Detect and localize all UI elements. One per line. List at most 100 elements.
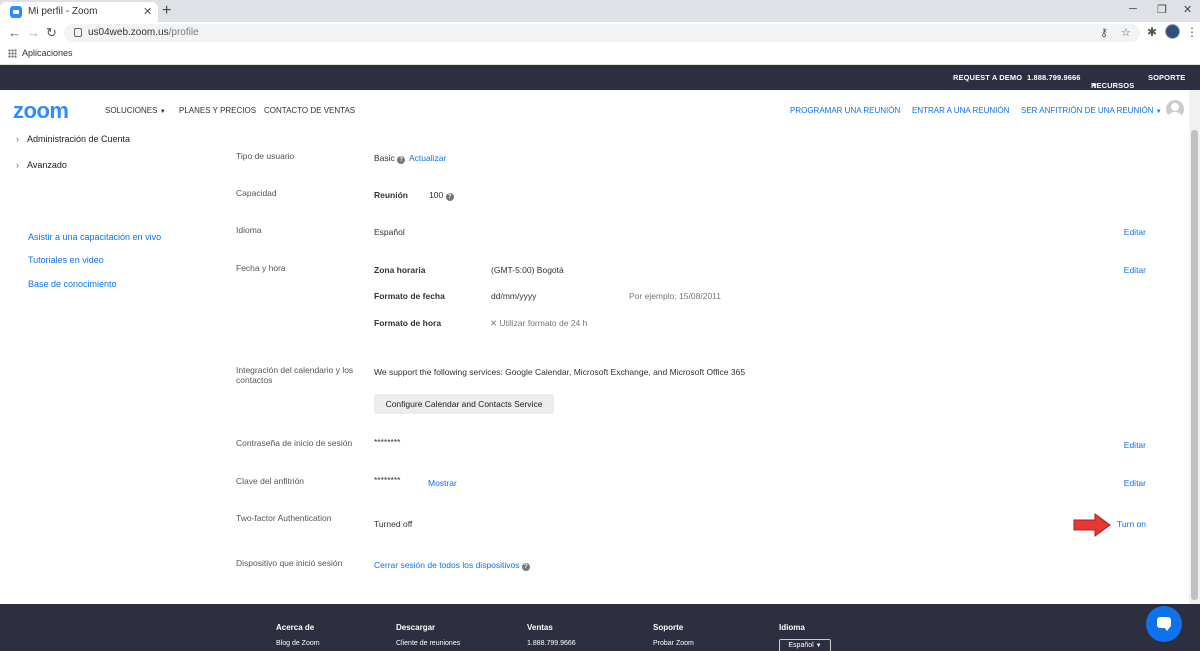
restore-icon[interactable]: ❐ [1157,3,1167,16]
date-format-key: Formato de fecha [374,291,445,301]
language-select[interactable]: Español ▼ [779,639,831,651]
footer: Acerca de Blog de Zoom Descargar Cliente… [0,604,1200,651]
scrollbar-thumb[interactable] [1191,130,1198,600]
footer-heading-support: Soporte [653,623,684,632]
edit-host-key-link[interactable]: Editar [1124,478,1146,488]
reload-icon[interactable]: ↻ [46,25,57,41]
date-example: Por ejemplo: 15/08/2011 [629,291,721,301]
footer-link-blog[interactable]: Blog de Zoom [276,640,320,647]
footer-heading-sales: Ventas [527,623,553,632]
back-icon[interactable]: ← [8,25,21,40]
red-arrow-icon [1073,513,1111,537]
edit-password-link[interactable]: Editar [1124,440,1146,450]
x-icon: ✕ [490,318,498,328]
footer-link-client[interactable]: Cliente de reuniones [396,640,460,647]
help-icon[interactable]: ? [397,156,406,164]
datetime-label: Fecha y hora [236,263,286,273]
bookmarks-bar: Aplicaciones [0,44,1200,65]
lock-icon [74,28,82,37]
capacity-value: 100 ? [429,190,454,201]
capacity-key: Reunión [374,190,408,200]
request-demo-link[interactable]: REQUEST A DEMO [953,73,1022,82]
password-label: Contraseña de inicio de sesión [236,438,353,448]
turn-on-two-factor-link[interactable]: Turn on [1117,519,1146,529]
date-format-value: dd/mm/yyyy [491,291,537,301]
zoom-nav: zoom SOLUCIONES ▼ PLANES Y PRECIOS CONTA… [0,90,1200,130]
edit-language-link[interactable]: Editar [1124,227,1146,237]
caret-down-icon: ▼ [159,109,166,115]
live-training-link[interactable]: Asistir a una capacitación en vivo [28,232,161,242]
support-link[interactable]: SOPORTE [1148,73,1185,82]
url-text: us04web.zoom.us/profile [88,27,199,38]
show-host-key-link[interactable]: Mostrar [428,478,457,488]
nav-solutions[interactable]: SOLUCIONES ▼ [105,106,166,115]
footer-heading-download: Descargar [396,623,436,632]
caret-down-icon: ▼ [1155,109,1162,115]
zoom-favicon-icon [10,6,22,18]
browser-tab[interactable]: Mi perfil - Zoom ✕ [0,2,158,22]
close-tab-icon[interactable]: ✕ [143,5,152,18]
key-icon[interactable]: ⚷ [1100,26,1108,39]
join-meeting-link[interactable]: ENTRAR A UNA REUNIÓN [912,106,1009,115]
menu-dots-icon[interactable]: ⋮ [1186,25,1198,39]
footer-link-phone[interactable]: 1.888.799.9666 [527,640,576,647]
video-tutorials-link[interactable]: Tutoriales en video [28,255,104,265]
host-key-label: Clave del anfitrión [236,476,305,486]
user-type-value: Basic ? [374,153,406,164]
configure-calendar-button[interactable]: Configure Calendar and Contacts Service [374,394,554,414]
help-icon[interactable]: ? [445,193,454,201]
extensions-icon[interactable]: ✱ [1147,25,1157,39]
sidebar-item-account-admin[interactable]: › Administración de Cuenta [16,134,130,144]
device-label: Dispositivo que inició sesión [236,558,343,568]
close-window-icon[interactable]: ✕ [1183,3,1192,16]
help-icon[interactable]: ? [521,563,530,571]
forward-icon[interactable]: → [27,25,40,40]
nav-contact-sales[interactable]: CONTACTO DE VENTAS [264,106,355,115]
chat-bubble-icon [1157,617,1171,631]
tab-title: Mi perfil - Zoom [28,6,98,17]
chat-button[interactable] [1146,606,1182,642]
chevron-right-icon: › [16,160,19,170]
phone-link[interactable]: 1.888.799.9666 [1027,73,1081,82]
sidebar-item-advanced[interactable]: › Avanzado [16,160,67,170]
footer-link-test-zoom[interactable]: Probar Zoom [653,640,694,647]
user-type-label: Tipo de usuario [236,151,295,161]
apps-grid-icon[interactable] [8,49,17,58]
edit-datetime-link[interactable]: Editar [1124,265,1146,275]
minimize-icon[interactable]: ─ [1129,3,1137,15]
new-tab-icon[interactable]: + [162,2,171,20]
calendar-description: We support the following services: Googl… [374,367,746,377]
footer-heading-language: Idioma [779,623,805,632]
timezone-key: Zona horaria [374,265,426,275]
host-key-value: ******** [374,475,401,485]
time-format-value: ✕ Utilizar formato de 24 h [490,318,588,328]
footer-heading-about: Acerca de [276,623,315,632]
profile-icon[interactable] [1165,24,1180,39]
password-value: ******** [374,437,401,447]
star-icon[interactable]: ☆ [1121,26,1131,39]
url-field[interactable]: us04web.zoom.us/profile ⚷ ☆ [64,24,1140,42]
browser-tab-bar: Mi perfil - Zoom ✕ + ─ ❐ ✕ [0,0,1200,22]
sign-out-all-devices-link[interactable]: Cerrar sesión de todos los dispositivos … [374,560,530,571]
page-scrollbar[interactable] [1189,90,1200,604]
two-factor-status: Turned off [374,519,413,529]
timezone-value: (GMT-5:00) Bogotá [491,265,564,275]
knowledge-base-link[interactable]: Base de conocimiento [28,279,117,289]
two-factor-label: Two-factor Authentication [236,513,332,523]
chevron-right-icon: › [16,134,19,144]
bookmark-apps[interactable]: Aplicaciones [22,48,73,58]
caret-down-icon: ▼ [1091,81,1099,90]
caret-down-icon: ▼ [815,643,822,649]
language-value: Español [374,227,405,237]
upgrade-link[interactable]: Actualizar [409,153,446,163]
nav-plans[interactable]: PLANES Y PRECIOS [179,106,256,115]
address-bar: ← → ↻ us04web.zoom.us/profile ⚷ ☆ ✱ ⋮ [0,22,1200,44]
schedule-meeting-link[interactable]: PROGRAMAR UNA REUNIÓN [790,106,900,115]
time-format-key: Formato de hora [374,318,442,328]
zoom-logo[interactable]: zoom [13,98,69,124]
host-meeting-menu[interactable]: SER ANFITRIÓN DE UNA REUNIÓN ▼ [1021,106,1162,115]
avatar[interactable] [1166,100,1184,118]
capacity-label: Capacidad [236,188,277,198]
language-label: Idioma [236,225,262,235]
calendar-label: Integración del calendario y los contact… [236,365,354,385]
